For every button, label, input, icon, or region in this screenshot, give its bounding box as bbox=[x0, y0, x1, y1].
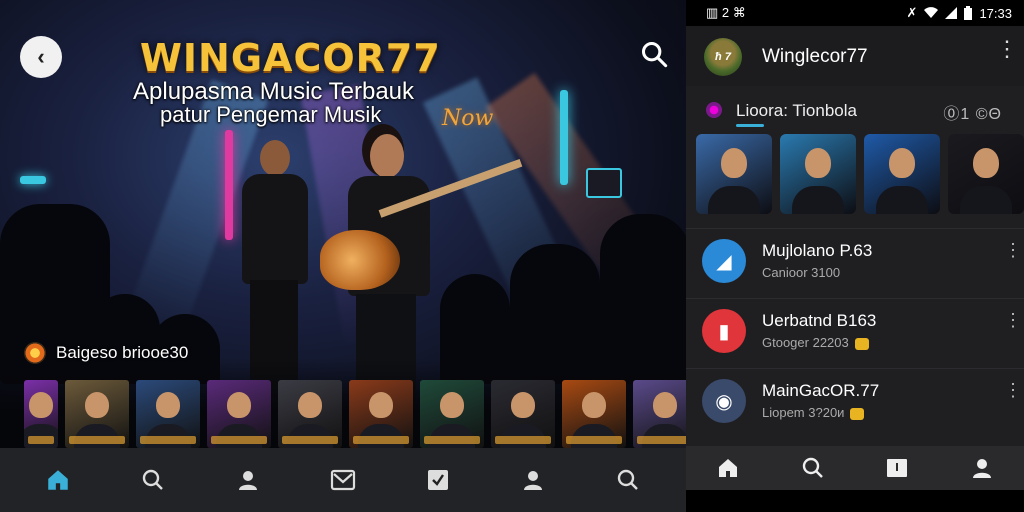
hero-banner: ‹ WINGACOR77 Aplupasma Music Terbauk pat… bbox=[0, 0, 686, 448]
search-icon[interactable] bbox=[798, 453, 828, 483]
thumb-street[interactable] bbox=[278, 380, 342, 448]
neon-strip bbox=[560, 90, 568, 185]
more-vert-icon[interactable]: ⋮ bbox=[1004, 311, 1022, 329]
card-album[interactable] bbox=[780, 134, 856, 214]
book-icon: ▮ bbox=[702, 309, 746, 353]
neon-strip bbox=[225, 130, 233, 240]
list-item[interactable]: ◢ Mujlolano P.63 Canioor 3100 ⋮ bbox=[686, 228, 1024, 298]
badge-icon bbox=[850, 407, 865, 420]
guitar bbox=[320, 230, 400, 290]
thumb-guitar[interactable] bbox=[491, 380, 555, 448]
status-bar: ▥ 2 ⌘ ✗ 17:33 bbox=[686, 0, 1024, 26]
tab-dot-icon bbox=[706, 102, 722, 118]
battery-icon bbox=[964, 6, 973, 20]
list-item-title: Mujlolano P.63 bbox=[762, 241, 873, 260]
thumb-helmet[interactable] bbox=[136, 380, 200, 448]
more-vert-icon[interactable]: ⋮ bbox=[996, 38, 1018, 60]
avatar[interactable]: ħ 7 bbox=[704, 38, 742, 76]
thumb-purple[interactable] bbox=[24, 380, 58, 448]
thumb-band[interactable] bbox=[420, 380, 484, 448]
thumb-speaker[interactable] bbox=[633, 380, 686, 448]
status-icons-left: ▥ 2 ⌘ bbox=[706, 5, 746, 20]
search-icon[interactable] bbox=[138, 465, 168, 495]
back-button[interactable]: ‹ bbox=[20, 36, 62, 78]
wifi-icon bbox=[924, 7, 939, 19]
system-nav-area bbox=[686, 490, 1024, 512]
list-item[interactable]: ◉ MainGacOR.77 Liopem 3?20и ⋮ bbox=[686, 368, 1024, 438]
search-icon[interactable] bbox=[640, 40, 668, 68]
vinyl-icon bbox=[24, 342, 46, 364]
mute-icon: ✗ bbox=[906, 5, 918, 20]
list-item-title: Uerbatnd B163 bbox=[762, 311, 877, 330]
tab-bar: Lioora: Tionbola ⓪1 ©Θ bbox=[686, 92, 1024, 128]
card-speaker[interactable] bbox=[948, 134, 1024, 214]
home-icon[interactable] bbox=[43, 465, 73, 495]
tab-actions[interactable]: ⓪1 ©Θ bbox=[943, 100, 1002, 124]
section-header[interactable]: Baigeso briooe30 bbox=[24, 342, 188, 364]
track-list: ◢ Mujlolano P.63 Canioor 3100 ⋮ ▮ Uerbatnd B1… bbox=[686, 228, 1024, 438]
library-icon[interactable] bbox=[882, 453, 912, 483]
app-bar: ħ 7 Winglecor77 ⋮ bbox=[686, 26, 1024, 86]
edit-icon[interactable] bbox=[423, 465, 453, 495]
more-vert-icon[interactable]: ⋮ bbox=[1004, 241, 1022, 259]
list-item-title: MainGacOR.77 bbox=[762, 381, 880, 400]
hero-subtitle-2: patur Pengemar Musik bbox=[160, 102, 382, 127]
neon-sign-box bbox=[586, 168, 622, 198]
card-artist[interactable] bbox=[864, 134, 940, 214]
list-item-subtitle: Gtooger 22203 bbox=[762, 335, 869, 350]
inbox-icon[interactable] bbox=[328, 465, 358, 495]
neon-strip bbox=[20, 176, 46, 184]
card-strip bbox=[696, 134, 1024, 214]
thumb-warrior[interactable] bbox=[562, 380, 626, 448]
thumbnail-strip bbox=[24, 380, 686, 448]
list-item-subtitle: Liopem 3?20и bbox=[762, 405, 865, 420]
section-label: Baigeso briooe30 bbox=[56, 343, 189, 362]
neon-sign-text: Now bbox=[442, 106, 494, 131]
thumb-woman[interactable] bbox=[207, 380, 271, 448]
more-vert-icon[interactable]: ⋮ bbox=[1004, 381, 1022, 399]
location-icon[interactable] bbox=[518, 465, 548, 495]
list-item-subtitle: Canioor 3100 bbox=[762, 265, 841, 280]
search-icon[interactable] bbox=[613, 465, 643, 495]
app-title: Winglecor77 bbox=[762, 46, 868, 67]
card-player[interactable] bbox=[696, 134, 772, 214]
phone-panel: ▥ 2 ⌘ ✗ 17:33 ħ 7 Winglecor77 ⋮ Lioora: … bbox=[686, 0, 1024, 512]
profile-icon[interactable] bbox=[967, 453, 997, 483]
bottom-nav-right bbox=[686, 446, 1024, 490]
status-time: 17:33 bbox=[979, 5, 1012, 21]
hero-title: WINGACOR77 bbox=[140, 36, 441, 80]
profile-icon[interactable] bbox=[233, 465, 263, 495]
tab-indicator bbox=[736, 124, 764, 127]
list-item[interactable]: ▮ Uerbatnd B163 Gtooger 22203 ⋮ bbox=[686, 298, 1024, 368]
bottom-nav-left bbox=[0, 448, 686, 512]
badge-icon bbox=[854, 337, 869, 350]
tab-library[interactable]: Lioora: Tionbola bbox=[736, 101, 857, 121]
speaker-icon: ◉ bbox=[702, 379, 746, 423]
home-icon[interactable] bbox=[713, 453, 743, 483]
chat-icon: ◢ bbox=[702, 239, 746, 283]
signal-icon bbox=[945, 7, 958, 19]
thumb-person[interactable] bbox=[65, 380, 129, 448]
thumb-poster[interactable] bbox=[349, 380, 413, 448]
